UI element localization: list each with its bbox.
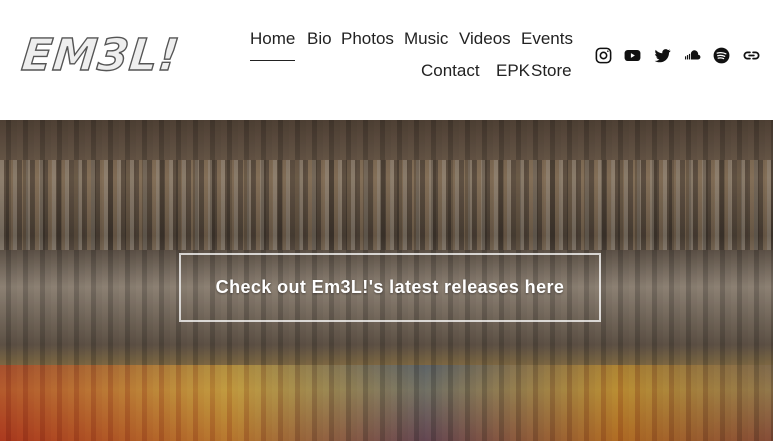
twitter-icon[interactable] (651, 44, 673, 66)
spotify-icon[interactable] (710, 44, 732, 66)
link-icon[interactable] (740, 44, 762, 66)
nav-videos[interactable]: Videos (459, 29, 511, 49)
youtube-icon[interactable] (621, 44, 643, 66)
nav-home[interactable]: Home (250, 29, 296, 61)
nav-contact[interactable]: Contact (421, 61, 480, 81)
nav-music[interactable]: Music (404, 29, 448, 49)
nav-store[interactable]: Store (531, 61, 572, 81)
instagram-icon[interactable] (592, 44, 614, 66)
logo-text: EM3L! (19, 29, 183, 81)
nav-events[interactable]: Events (521, 29, 573, 49)
nav-epk[interactable]: EPK (496, 61, 530, 81)
site-logo[interactable]: EM3L! (19, 29, 183, 82)
site-header: EM3L! Home Bio Photos Music Videos Event… (0, 0, 773, 120)
nav-photos[interactable]: Photos (341, 29, 394, 49)
nav-bio[interactable]: Bio (307, 29, 332, 49)
latest-releases-label: Check out Em3L!'s latest releases here (215, 277, 565, 297)
soundcloud-icon[interactable] (681, 44, 703, 66)
latest-releases-button[interactable]: Check out Em3L!'s latest releases here (179, 253, 601, 322)
